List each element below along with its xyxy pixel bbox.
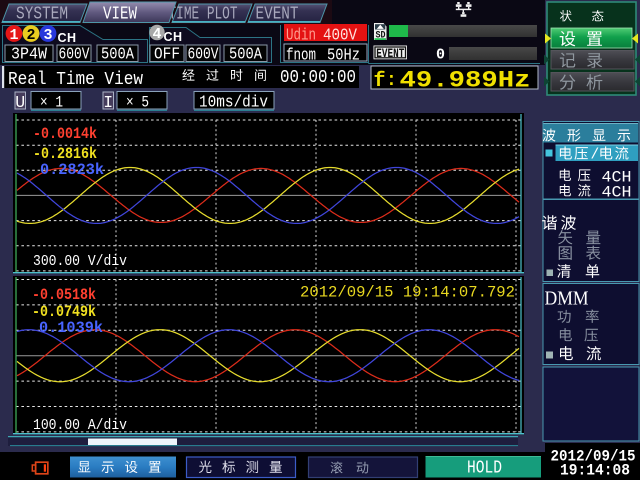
svg-text:HOLD: HOLD: [467, 459, 502, 479]
svg-text:600V: 600V: [59, 46, 91, 65]
svg-text:CH: CH: [57, 31, 76, 45]
svg-text::: :: [386, 71, 397, 91]
svg-text:I: I: [103, 93, 113, 112]
svg-text:CH: CH: [163, 30, 182, 44]
svg-text:U: U: [15, 93, 25, 112]
svg-text:-0.0518k: -0.0518k: [32, 286, 96, 304]
svg-text:× 5: × 5: [126, 94, 149, 112]
svg-text:600V: 600V: [188, 46, 220, 65]
svg-text:100.00 A/div: 100.00 A/div: [33, 417, 127, 434]
svg-text:500A: 500A: [101, 46, 135, 65]
svg-text:49.989Hz: 49.989Hz: [400, 68, 531, 94]
svg-text:Real Time View: Real Time View: [8, 70, 143, 90]
svg-text:0.1039k: 0.1039k: [39, 319, 103, 337]
svg-text:400V: 400V: [323, 27, 358, 46]
svg-text:2: 2: [26, 27, 35, 44]
svg-text:Udin: Udin: [286, 27, 316, 46]
svg-text:300.00 V/div: 300.00 V/div: [33, 253, 127, 270]
svg-text:10ms/div: 10ms/div: [199, 93, 268, 112]
svg-text:1: 1: [9, 27, 18, 44]
svg-text:00:00:00: 00:00:00: [280, 68, 356, 88]
svg-text:DMM: DMM: [545, 289, 589, 310]
svg-text:0.2823k: 0.2823k: [40, 161, 104, 179]
svg-text:OFF: OFF: [154, 46, 180, 65]
svg-text:2012/09/15 19:14:07.792: 2012/09/15 19:14:07.792: [300, 284, 515, 302]
svg-text:-0.0014k: -0.0014k: [33, 125, 97, 143]
svg-text:3P4W: 3P4W: [11, 46, 48, 65]
svg-text:500A: 500A: [229, 46, 263, 65]
svg-text:/: /: [591, 148, 600, 164]
svg-text:19:14:08: 19:14:08: [560, 462, 630, 480]
svg-text:fnom: fnom: [286, 47, 316, 66]
svg-text:50Hz: 50Hz: [327, 47, 360, 66]
svg-text:EVENT: EVENT: [376, 47, 404, 61]
svg-text:× 1: × 1: [40, 94, 63, 112]
svg-text:0: 0: [436, 47, 445, 64]
svg-text:4: 4: [152, 26, 161, 43]
svg-text:f: f: [374, 70, 386, 93]
svg-text:VIEW: VIEW: [103, 5, 137, 25]
svg-text:3: 3: [43, 27, 52, 44]
